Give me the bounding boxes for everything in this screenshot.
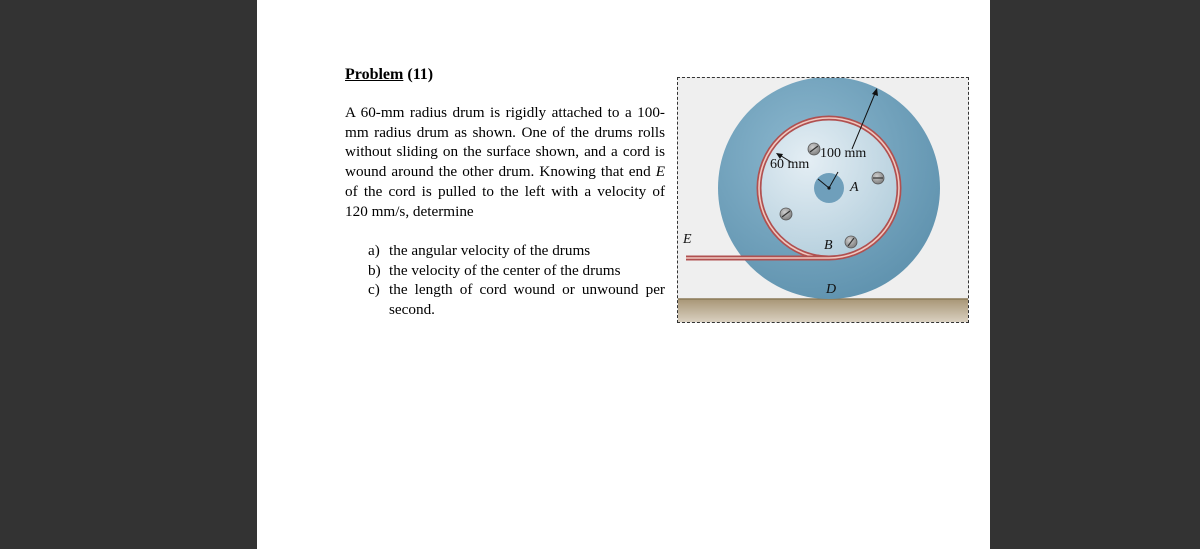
ground-surface <box>678 299 968 322</box>
label-point-d: D <box>826 282 837 297</box>
document-page: Problem (11) A 60-mm radius drum is rigi… <box>257 0 990 549</box>
label-point-a: A <box>850 180 859 195</box>
label-point-e: E <box>683 232 692 247</box>
problem-title-word: Problem <box>345 66 404 83</box>
problem-title: Problem (11) <box>345 66 433 84</box>
question-item-a: a) the angular velocity of the drums <box>368 241 665 261</box>
question-item-b: b) the velocity of the center of the dru… <box>368 261 665 281</box>
statement-variable-e: E <box>655 163 665 181</box>
label-point-b: B <box>824 238 833 253</box>
label-inner-radius: 60 mm <box>770 157 810 172</box>
question-marker: b) <box>368 261 381 279</box>
screw <box>807 142 821 156</box>
question-text: the angular velocity of the drums <box>389 242 591 259</box>
statement-text-2: of the cord is pulled to the left with a… <box>345 182 665 220</box>
question-item-c: c) the length of cord wound or unwound p… <box>368 280 665 319</box>
question-marker: a) <box>368 242 380 259</box>
problem-statement: A 60-mm radius drum is rigidly attached … <box>345 103 665 221</box>
question-text: the length of cord wound or unwound per … <box>389 281 665 319</box>
question-text: the velocity of the center of the drums <box>389 261 621 279</box>
screw <box>779 207 793 221</box>
drum-diagram <box>678 78 968 322</box>
drum-figure: 60 mm 100 mm A B D E <box>677 77 969 323</box>
label-outer-radius: 100 mm <box>820 146 867 161</box>
question-marker: c) <box>368 281 380 299</box>
statement-text-1: A 60-mm radius drum is rigidly attached … <box>345 104 665 181</box>
screw <box>844 235 858 249</box>
screw <box>871 171 885 185</box>
problem-number: (11) <box>407 66 434 83</box>
question-list: a) the angular velocity of the drums b) … <box>368 241 665 320</box>
